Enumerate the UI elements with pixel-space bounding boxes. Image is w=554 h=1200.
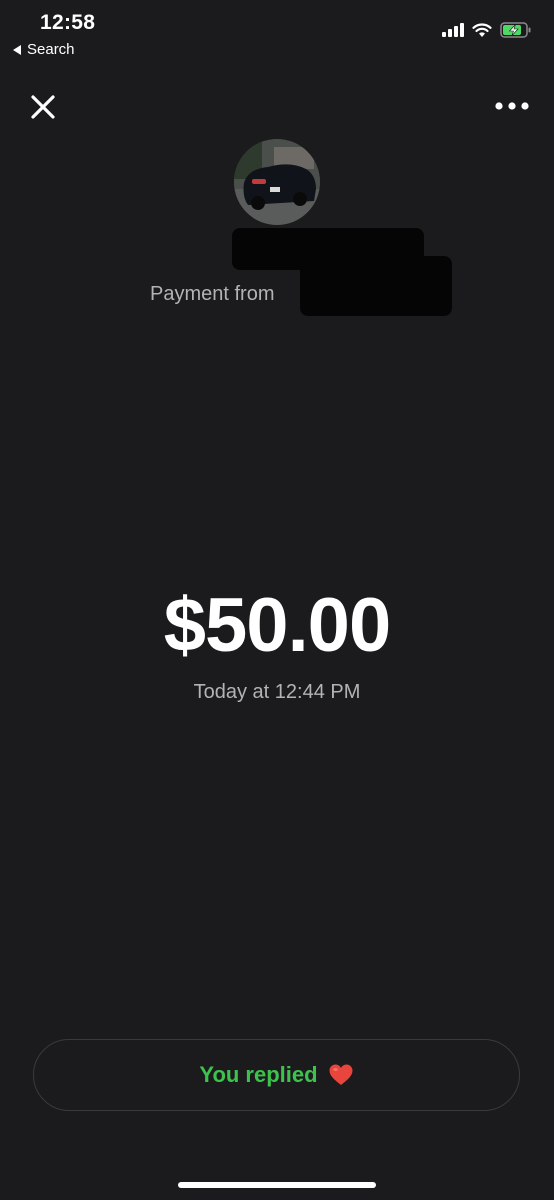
close-icon — [31, 95, 55, 119]
status-time: 12:58 — [40, 11, 96, 34]
car-photo — [234, 139, 320, 225]
back-arrow-icon — [13, 44, 21, 55]
battery-charging-icon — [500, 22, 531, 38]
wifi-icon — [472, 22, 492, 37]
close-button[interactable] — [28, 92, 58, 122]
sender-avatar[interactable] — [234, 139, 320, 225]
reply-button[interactable]: You replied — [33, 1039, 520, 1111]
back-search-label: Search — [27, 41, 75, 58]
heart-icon — [329, 1064, 353, 1085]
more-dots-icon — [495, 102, 529, 110]
reply-label: You replied — [199, 1062, 318, 1087]
status-icons — [442, 22, 532, 38]
payment-timestamp: Today at 12:44 PM — [193, 681, 361, 703]
more-options-button[interactable] — [494, 98, 530, 114]
redacted-name-block — [300, 256, 452, 316]
back-to-search-link[interactable]: Search — [13, 41, 75, 58]
payment-from-label: Payment from — [150, 283, 275, 305]
home-indicator[interactable] — [178, 1182, 376, 1188]
payment-amount: $50.00 — [163, 583, 391, 668]
cellular-signal-icon — [442, 23, 464, 37]
